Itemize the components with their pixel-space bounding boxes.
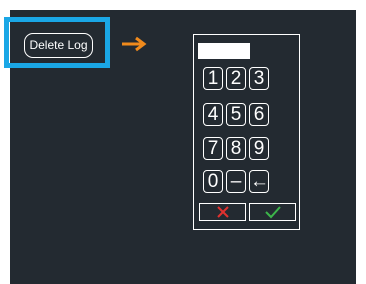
- check-icon: [264, 206, 281, 219]
- key-3[interactable]: 3: [249, 67, 269, 90]
- key-minus[interactable]: –: [226, 170, 246, 193]
- confirm-button[interactable]: [249, 203, 296, 221]
- delete-log-button[interactable]: Delete Log: [24, 33, 93, 58]
- key-2[interactable]: 2: [226, 67, 246, 90]
- key-1[interactable]: 1: [203, 67, 223, 90]
- keypad-display: [198, 43, 250, 59]
- arrow-right-icon: [122, 36, 147, 52]
- key-backspace[interactable]: ←: [249, 170, 269, 193]
- x-icon: [216, 206, 229, 218]
- key-8[interactable]: 8: [226, 137, 246, 160]
- key-6[interactable]: 6: [249, 103, 269, 126]
- key-4[interactable]: 4: [203, 103, 223, 126]
- keypad-panel: [193, 34, 300, 230]
- cancel-button[interactable]: [199, 203, 246, 221]
- key-7[interactable]: 7: [203, 137, 223, 160]
- key-0[interactable]: 0: [203, 170, 223, 193]
- key-5[interactable]: 5: [226, 103, 246, 126]
- key-9[interactable]: 9: [249, 137, 269, 160]
